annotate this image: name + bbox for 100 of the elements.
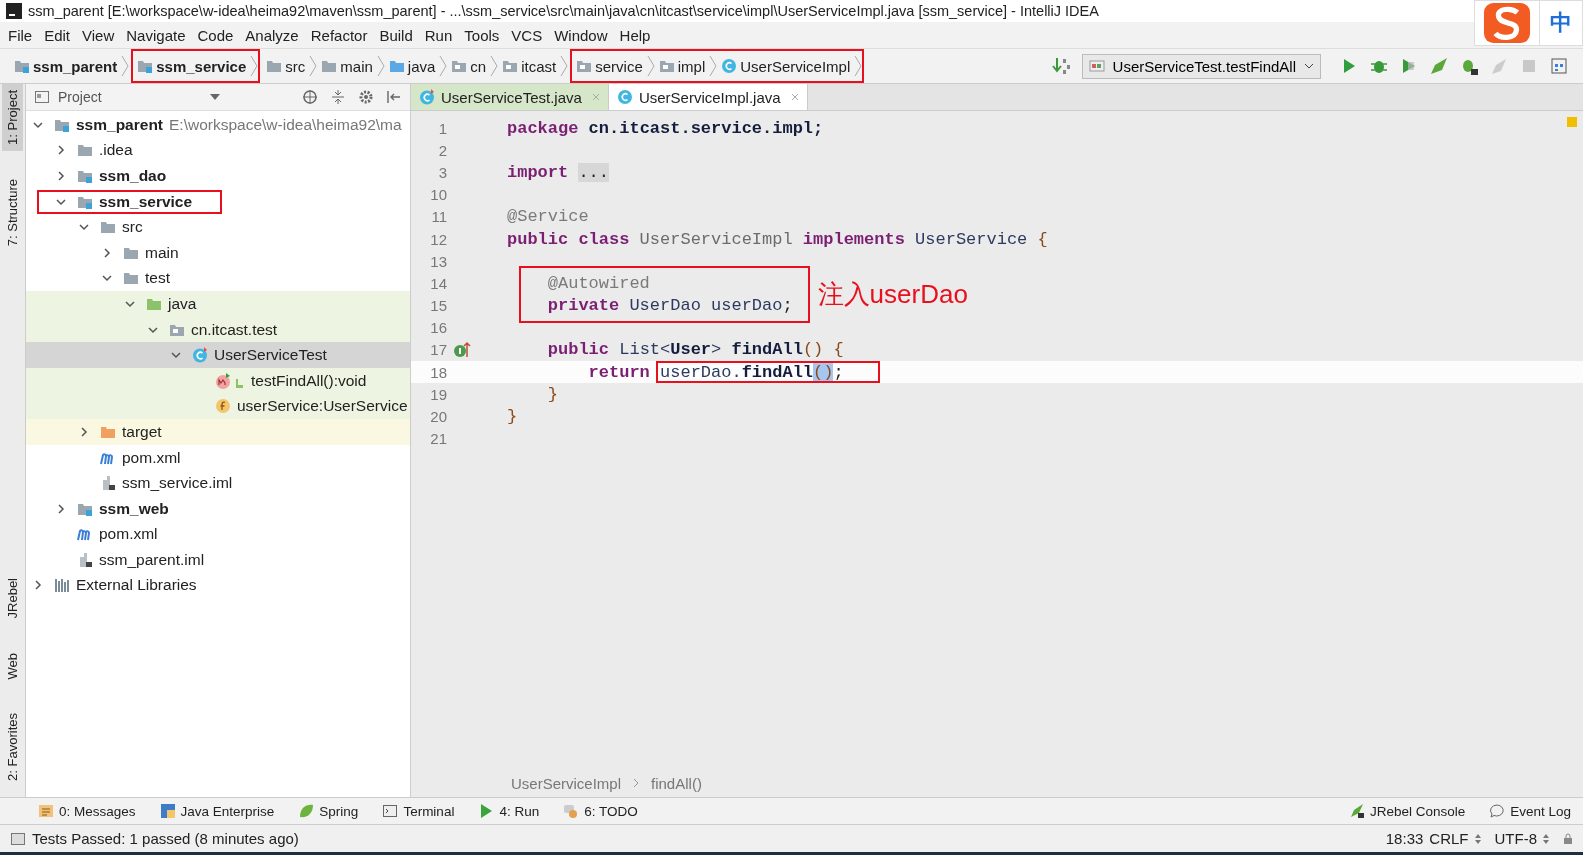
module-icon: [137, 58, 154, 74]
tool-window-button[interactable]: Spring: [298, 803, 359, 819]
code-line: public class UserServiceImpl implements UserService {: [507, 229, 1048, 249]
breadcrumb-item[interactable]: main: [319, 57, 375, 75]
hide-icon[interactable]: [386, 89, 402, 105]
breadcrumb-item[interactable]: ssm_parent: [12, 57, 120, 75]
file-icon: [77, 551, 93, 568]
line-separator-selector[interactable]: CRLF: [1429, 830, 1469, 847]
tool-window-tab[interactable]: 2: Favorites: [2, 707, 23, 787]
line-number: 10: [429, 186, 447, 204]
chevron-right-icon[interactable]: [101, 246, 113, 259]
tree-item[interactable]: src: [122, 218, 143, 237]
implements-marker-icon[interactable]: [453, 340, 471, 359]
tool-window-button[interactable]: JRebel Console: [1348, 803, 1466, 819]
locate-icon[interactable]: [302, 89, 318, 105]
tree-item[interactable]: pom.xml: [122, 448, 181, 467]
line-number: 15: [429, 297, 447, 315]
tree-item[interactable]: ssm_dao: [99, 167, 167, 185]
code-line: public List<User> findAll() {: [546, 340, 844, 360]
tree-item[interactable]: java: [168, 294, 197, 313]
chevron-right-icon[interactable]: [55, 502, 67, 515]
editor-tab[interactable]: UserServiceImpl.java: [608, 84, 808, 110]
chevron-down-icon: [1304, 63, 1314, 69]
class-icon: [616, 89, 633, 105]
breadcrumb-item[interactable]: java: [386, 57, 438, 75]
toggle-panels-icon[interactable]: [10, 830, 26, 847]
breadcrumb-item[interactable]: service: [574, 57, 645, 75]
tree-item[interactable]: ssm_parent: [76, 115, 163, 134]
tool-window-tab[interactable]: 7: Structure: [2, 172, 23, 253]
menu-item[interactable]: Code: [191, 26, 240, 44]
tool-window-button[interactable]: Event Log: [1489, 803, 1571, 819]
breadcrumb-item[interactable]: ssm_service: [135, 57, 249, 75]
file-icon: [100, 475, 116, 492]
tree-item[interactable]: cn.itcast.test: [191, 320, 278, 339]
run-config-dropdown[interactable]: UserServiceTest.testFindAll: [1081, 53, 1321, 79]
encoding-selector[interactable]: UTF-8: [1494, 830, 1537, 847]
menu-item[interactable]: VCS: [505, 26, 549, 44]
code-line: }: [507, 407, 518, 427]
module-icon: [77, 168, 93, 184]
method-icon: [215, 372, 245, 389]
tree-item[interactable]: main: [145, 243, 179, 262]
speech-bubble-icon: [1489, 803, 1506, 819]
menu-item[interactable]: Refactor: [304, 26, 374, 44]
menu-item[interactable]: Help: [613, 26, 657, 44]
run-config-icon: [1088, 58, 1105, 74]
line-number: 16: [429, 319, 447, 337]
code-line: @Autowired: [546, 273, 650, 293]
menu-item[interactable]: File: [2, 26, 39, 44]
tree-item[interactable]: pom.xml: [99, 525, 158, 544]
leaf-icon: [298, 803, 315, 819]
chevron-right-icon[interactable]: [55, 170, 67, 182]
tree-item[interactable]: test: [145, 269, 170, 288]
menu-item[interactable]: Window: [548, 26, 614, 44]
menu-item[interactable]: Tools: [458, 26, 506, 44]
project-structure-icon[interactable]: [1549, 56, 1569, 76]
tree-item[interactable]: target: [122, 422, 162, 441]
chevron-icon: [121, 54, 130, 78]
chevron-right-icon[interactable]: [55, 144, 67, 157]
package-icon: [502, 58, 519, 74]
line-number: 19: [429, 385, 447, 403]
menu-item[interactable]: Edit: [38, 26, 77, 44]
breadcrumb-item[interactable]: UserServiceImpl: [719, 57, 853, 75]
breadcrumb-item[interactable]: src: [264, 57, 308, 75]
menu-item[interactable]: View: [76, 26, 121, 44]
editor-tab[interactable]: UserServiceTest.java: [411, 84, 609, 110]
settings-icon[interactable]: [358, 89, 374, 105]
breadcrumb-item[interactable]: UserServiceImpl: [511, 774, 622, 792]
chevron-icon: [376, 54, 385, 78]
module-icon: [14, 58, 30, 74]
lock-icon[interactable]: [1563, 832, 1573, 845]
package-icon: [451, 58, 468, 74]
tree-item[interactable]: ssm_parent.iml: [99, 550, 205, 569]
tool-window-button[interactable]: 4: Run: [478, 803, 540, 819]
tree-item[interactable]: ssm_web: [99, 499, 169, 518]
tool-window-button[interactable]: 0: Messages: [38, 803, 136, 819]
project-view-icon: [34, 89, 50, 105]
chevron-right-icon[interactable]: [78, 425, 90, 438]
sort-icon[interactable]: [1051, 56, 1072, 76]
breadcrumb-item[interactable]: cn: [449, 57, 489, 75]
tree-item[interactable]: .idea: [99, 141, 133, 160]
breadcrumb-item[interactable]: findAll(): [651, 774, 702, 792]
menu-item[interactable]: Navigate: [120, 26, 192, 44]
chevron-right-icon[interactable]: [32, 579, 44, 592]
breadcrumb-item[interactable]: impl: [656, 57, 708, 75]
tool-window-button[interactable]: 6: TODO: [563, 803, 638, 819]
tree-item[interactable]: ssm_service.iml: [122, 474, 233, 493]
collapse-icon[interactable]: [330, 89, 346, 105]
tool-window-tab[interactable]: Web: [2, 646, 23, 686]
tool-window-tab[interactable]: 1: Project: [2, 84, 23, 151]
breadcrumb-item[interactable]: itcast: [500, 57, 559, 75]
field-icon: [215, 398, 231, 415]
caret-position[interactable]: 18:33: [1385, 830, 1424, 847]
menu-item[interactable]: Run: [418, 26, 459, 44]
tool-window-button[interactable]: Terminal: [382, 803, 455, 819]
menu-item[interactable]: Build: [373, 26, 419, 44]
tool-window-button[interactable]: Java Enterprise: [159, 803, 275, 819]
tree-item[interactable]: ssm_service: [99, 192, 193, 211]
tool-window-tab[interactable]: JRebel: [2, 572, 23, 625]
tree-item[interactable]: External Libraries: [76, 576, 197, 595]
menu-item[interactable]: Analyze: [239, 26, 305, 44]
